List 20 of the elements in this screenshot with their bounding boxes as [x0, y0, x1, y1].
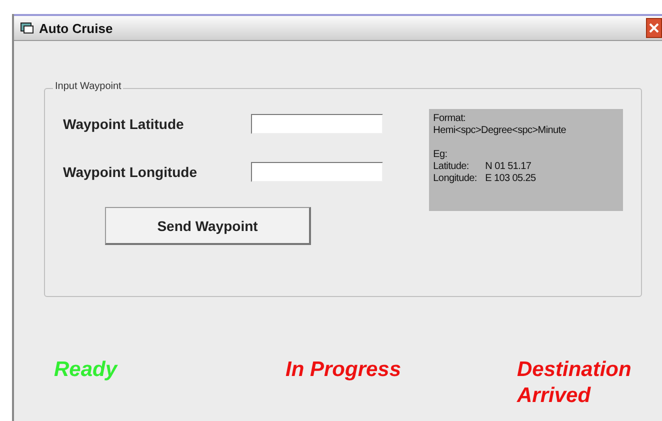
- format-text: Format:: [433, 113, 467, 125]
- example-title: Eg:: [433, 149, 448, 161]
- field-label: Waypoint Latitude: [63, 116, 185, 132]
- group-title: Input Waypoint: [53, 81, 124, 92]
- window-icon: [20, 22, 34, 34]
- close-icon: [649, 23, 659, 33]
- window-title: Auto Cruise: [39, 20, 114, 36]
- status-label: Ready: [54, 357, 119, 383]
- status-label: In Progress: [286, 357, 402, 383]
- send-waypoint-button[interactable]: Send Waypoint: [105, 207, 311, 245]
- format-text: Hemi<spc>Degree<spc>Minute: [433, 125, 568, 137]
- example-value: N 01 51.17: [485, 161, 532, 173]
- example-label: Longitude:: [433, 173, 478, 185]
- status-label: Destination Arrived: [517, 357, 632, 409]
- input-field[interactable]: [251, 162, 383, 182]
- example-label: Latitude:: [433, 161, 470, 173]
- example-value: E 103 05.25: [485, 173, 536, 185]
- field-label: Waypoint Longitude: [63, 164, 198, 180]
- input-field[interactable]: [251, 114, 383, 134]
- close-button[interactable]: [646, 18, 662, 38]
